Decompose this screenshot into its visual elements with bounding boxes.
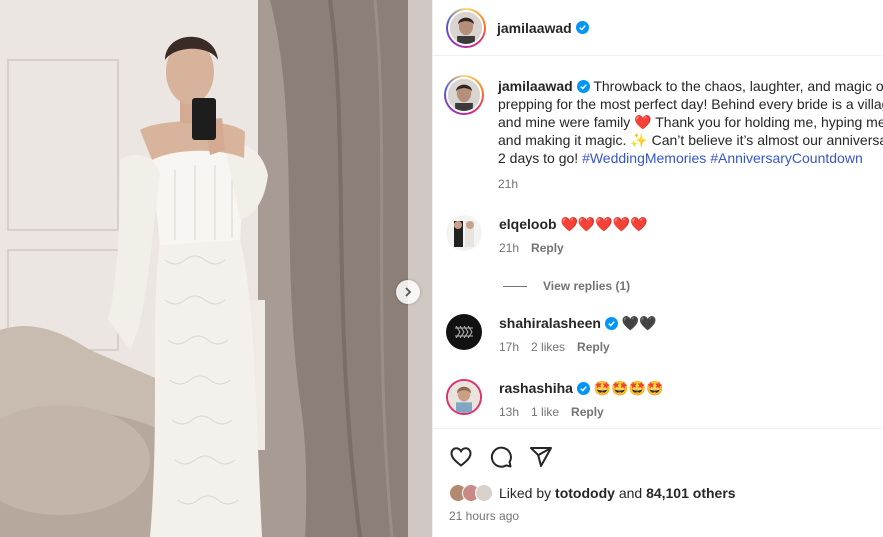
next-image-button[interactable] [396, 280, 420, 304]
comment-likes[interactable]: 2 likes [531, 340, 565, 354]
comment-text: 🖤🖤 [621, 315, 657, 331]
heart-icon[interactable] [449, 445, 473, 469]
post-header: jamilaawad [433, 0, 883, 56]
likes-prefix: Liked by [499, 485, 552, 501]
caption-text-line3a: and mine were family [498, 114, 631, 130]
caption-text-line2: prepping for the most perfect day! Behin… [498, 96, 883, 112]
view-replies-label: View replies (1) [543, 279, 631, 293]
reply-button[interactable]: Reply [571, 405, 604, 419]
comment-item: shahiralasheen 🖤🖤 17h 2 likes Reply [446, 314, 883, 356]
view-replies-button[interactable]: View replies (1) [503, 279, 630, 293]
share-icon[interactable] [529, 445, 553, 469]
likes-count[interactable]: 84,101 others [646, 485, 736, 501]
post-photo [0, 0, 432, 537]
caption-time: 21h [498, 177, 519, 191]
comment-item: rashashiha 🤩🤩🤩🤩 13h 1 like Reply [446, 379, 883, 421]
reply-button[interactable]: Reply [577, 340, 610, 354]
caption-text-line5: 2 days to go! [498, 150, 579, 166]
post-actions: Liked by totodody and 84,101 others 21 h… [433, 428, 883, 537]
verified-badge-icon [576, 382, 590, 395]
post-caption: jamilaawad Throwback to the chaos, laugh… [444, 75, 883, 193]
caption-text-line4a: and making it magic. [498, 132, 627, 148]
hashtag-link[interactable]: #WeddingMemories [582, 150, 706, 166]
chevron-right-icon [405, 287, 412, 297]
comment-text: ❤️❤️❤️❤️❤️ [560, 216, 648, 232]
liker-username[interactable]: totodody [555, 485, 615, 501]
comment-time: 17h [499, 340, 520, 354]
post-sidebar: jamilaawad jamilaawad Throwback to the c… [432, 0, 883, 537]
author-username[interactable]: jamilaawad [497, 20, 572, 36]
likes-mid: and [618, 485, 643, 501]
comment-icon[interactable] [489, 445, 513, 469]
commenter-avatar[interactable] [446, 379, 482, 415]
post-media[interactable] [0, 0, 432, 537]
comment-likes[interactable]: 1 like [531, 405, 559, 419]
verified-badge-icon [604, 317, 618, 330]
hashtag-link[interactable]: #AnniversaryCountdown [710, 150, 863, 166]
caption-username[interactable]: jamilaawad [498, 78, 573, 94]
sparkle-emoji: ✨ [630, 132, 648, 148]
divider-line [503, 285, 527, 287]
comment-username[interactable]: elqeloob [499, 216, 557, 232]
comment-username[interactable]: shahiralasheen [499, 315, 601, 331]
author-avatar[interactable] [446, 7, 486, 48]
comment-time: 13h [499, 405, 520, 419]
caption-text-line1: Throwback to the chaos, laughter, and ma… [593, 78, 883, 94]
caption-avatar[interactable] [444, 75, 484, 115]
verified-badge-icon [576, 80, 590, 93]
heart-emoji: ❤️ [634, 114, 652, 130]
comment-text: 🤩🤩🤩🤩 [593, 380, 664, 396]
caption-text-line3b: Thank you for holding me, hyping me [655, 114, 883, 130]
reply-button[interactable]: Reply [531, 241, 564, 255]
post-timestamp: 21 hours ago [449, 509, 520, 523]
commenter-avatar[interactable] [446, 314, 482, 350]
comment-time: 21h [499, 241, 520, 255]
liker-avatars [449, 484, 493, 502]
likes-summary[interactable]: Liked by totodody and 84,101 others [449, 484, 736, 502]
caption-text-line4b: Can’t believe it’s almost our anniversa [651, 132, 883, 148]
commenter-avatar[interactable] [446, 215, 482, 251]
comment-item: elqeloob ❤️❤️❤️❤️❤️ 21h Reply [446, 215, 883, 257]
verified-badge-icon [575, 21, 589, 34]
comment-username[interactable]: rashashiha [499, 380, 573, 396]
